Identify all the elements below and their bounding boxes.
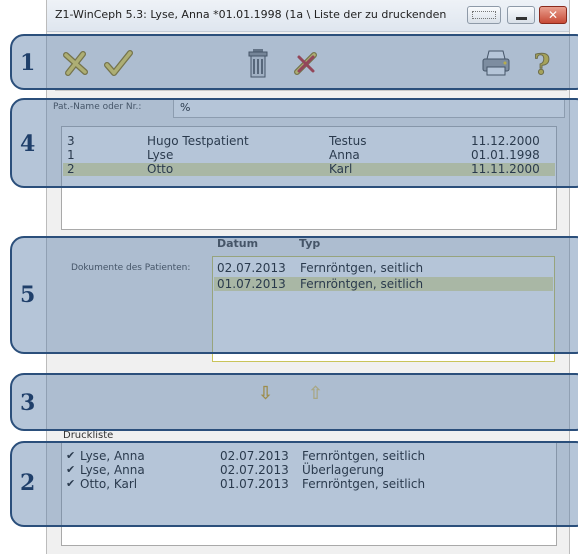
section-overlay-5 xyxy=(10,236,578,354)
extra-window-button[interactable] xyxy=(467,6,501,24)
section-overlay-3 xyxy=(10,373,578,431)
section-number-3: 3 xyxy=(20,390,36,416)
section-number-1: 1 xyxy=(20,50,36,76)
section-number-5: 5 xyxy=(20,282,36,308)
section-number-2: 2 xyxy=(20,470,36,496)
title-bar: Z1-WinCeph 5.3: Lyse, Anna *01.01.1998 (… xyxy=(47,0,569,32)
print-list-label: Druckliste xyxy=(63,430,114,441)
section-overlay-1 xyxy=(10,34,578,90)
section-overlay-4 xyxy=(10,98,578,188)
section-number-4: 4 xyxy=(20,131,36,157)
close-button[interactable]: ✕ xyxy=(539,6,567,24)
minimize-button[interactable] xyxy=(507,6,535,24)
section-overlay-2 xyxy=(10,441,578,527)
toolbar-separator xyxy=(55,90,567,91)
window-title: Z1-WinCeph 5.3: Lyse, Anna *01.01.1998 (… xyxy=(55,8,447,21)
